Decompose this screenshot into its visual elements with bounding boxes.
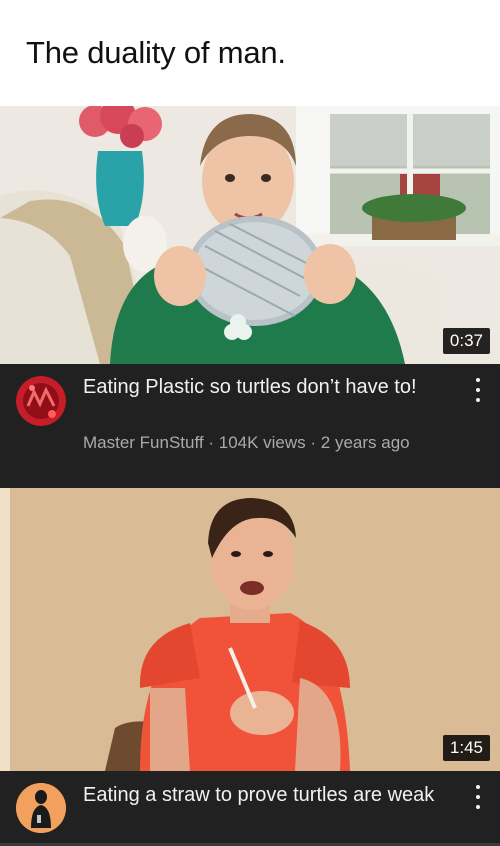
video-duration-badge-2: 1:45 bbox=[442, 735, 490, 761]
more-vert-icon[interactable] bbox=[470, 785, 486, 809]
channel-avatar-image-1 bbox=[16, 376, 66, 426]
video-meta-1[interactable]: Eating Plastic so turtles don’t have to!… bbox=[0, 364, 500, 488]
video-thumbnail-1[interactable] bbox=[0, 106, 500, 364]
channel-avatar-1[interactable] bbox=[16, 376, 66, 426]
thumbnail-image-2 bbox=[0, 488, 500, 771]
video-meta-2[interactable]: Eating a straw to prove turtles are weak bbox=[0, 771, 500, 846]
kebab-dot bbox=[476, 378, 480, 382]
channel-avatar-image-2 bbox=[16, 783, 66, 833]
post-caption-bar: The duality of man. bbox=[0, 0, 500, 106]
kebab-dot bbox=[476, 795, 480, 799]
video-subtitle-1: Master FunStuff · 104K views · 2 years a… bbox=[83, 433, 410, 452]
kebab-dot bbox=[476, 785, 480, 789]
video-thumbnail-2[interactable] bbox=[0, 488, 500, 771]
more-vert-icon[interactable] bbox=[470, 378, 486, 402]
video-duration-badge-1: 0:37 bbox=[442, 328, 490, 354]
channel-avatar-2[interactable] bbox=[16, 783, 66, 833]
kebab-dot bbox=[476, 388, 480, 392]
kebab-dot bbox=[476, 398, 480, 402]
thumbnail-image-1 bbox=[0, 106, 500, 364]
video-title-2[interactable]: Eating a straw to prove turtles are weak bbox=[83, 782, 443, 809]
kebab-dot bbox=[476, 805, 480, 809]
post-caption: The duality of man. bbox=[26, 35, 286, 70]
video-title-1[interactable]: Eating Plastic so turtles don’t have to! bbox=[83, 374, 443, 401]
